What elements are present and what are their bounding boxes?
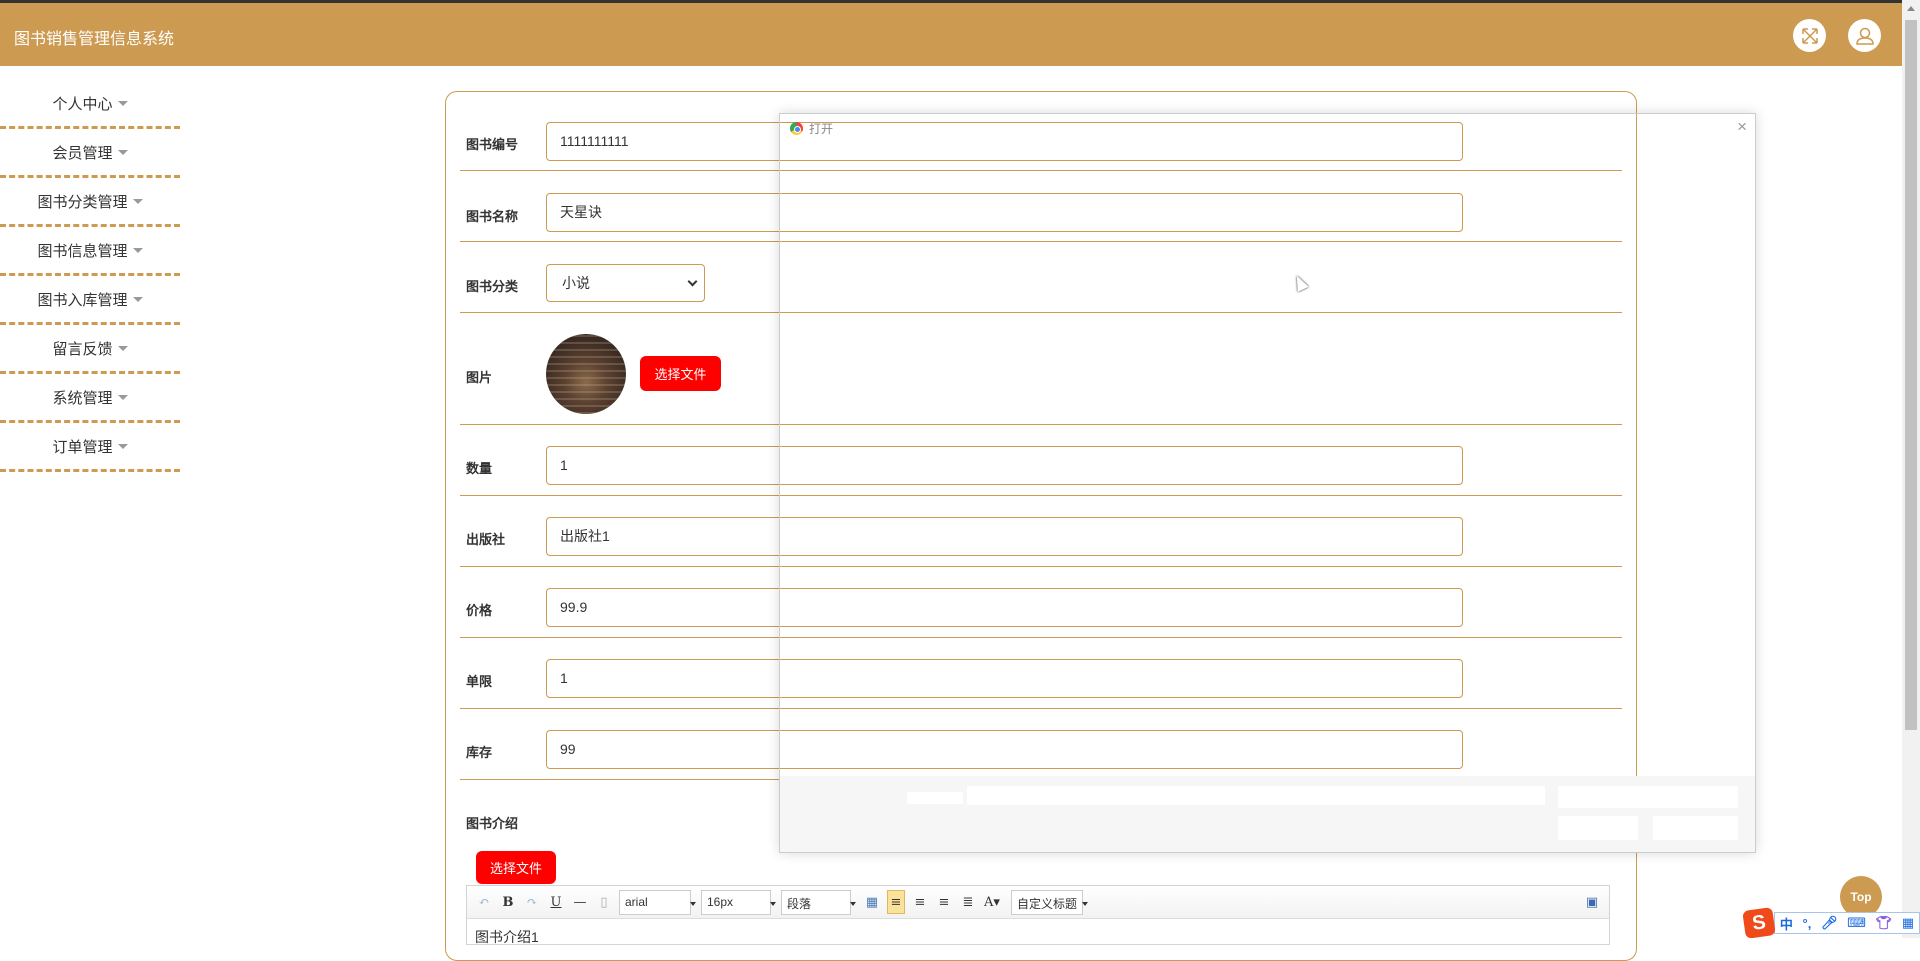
sidebar-item-label: 图书入库管理 <box>37 291 128 309</box>
sidebar-item-members[interactable]: 会员管理 <box>0 129 180 178</box>
sogou-logo-icon: S <box>1742 907 1776 939</box>
dialog-placeholder-block <box>1558 816 1638 840</box>
horizontal-rule-icon[interactable]: — <box>571 893 589 911</box>
caret-down-icon <box>132 296 143 302</box>
editor-content[interactable]: 图书介绍1 <box>467 919 1609 955</box>
dialog-placeholder-block <box>1558 786 1738 808</box>
chevron-down-icon <box>687 276 698 287</box>
align-left-icon[interactable]: ≡ <box>887 890 905 914</box>
microphone-icon[interactable]: 🎤︎ <box>1821 915 1838 931</box>
dialog-placeholder-block <box>907 792 963 804</box>
align-right-icon[interactable]: ≡ <box>911 893 929 911</box>
field-label: 数量 <box>466 461 493 476</box>
field-label: 图书名称 <box>466 209 519 224</box>
field-label: 库存 <box>466 745 493 760</box>
field-label: 价格 <box>466 603 493 618</box>
sidebar-item-feedback[interactable]: 留言反馈 <box>0 325 180 374</box>
font-color-icon[interactable]: A▾ <box>983 893 1001 911</box>
book-cover-thumbnail <box>546 334 626 414</box>
font-size-select[interactable]: 16px <box>701 889 776 915</box>
sidebar-item-label: 个人中心 <box>52 95 113 113</box>
dialog-title: 打开 <box>809 122 834 136</box>
caret-down-icon <box>132 247 143 253</box>
sidebar-item-label: 订单管理 <box>52 438 113 456</box>
skin-icon[interactable]: 👕︎ <box>1876 915 1893 931</box>
field-label: 图片 <box>466 370 493 385</box>
page-icon[interactable]: ▯ <box>595 893 613 911</box>
sidebar-item-label: 图书信息管理 <box>37 242 128 260</box>
ime-punctuation-toggle[interactable]: °, <box>1803 916 1812 931</box>
paragraph-select[interactable]: 段落 <box>781 889 856 915</box>
app-title: 图书销售管理信息系统 <box>14 31 175 48</box>
align-center-icon[interactable]: ≡ <box>935 893 953 911</box>
intro-label: 图书介绍 <box>466 816 519 831</box>
ime-toolbar[interactable]: S 中 °, 🎤︎ ⌨ 👕︎ ▦ <box>1742 907 1920 939</box>
sidebar-item-orders[interactable]: 订单管理 <box>0 423 180 472</box>
dialog-footer <box>780 776 1755 852</box>
table-icon[interactable]: ▦ <box>863 893 881 911</box>
field-label: 单限 <box>466 674 493 689</box>
sidebar-item-label: 留言反馈 <box>52 340 113 358</box>
sidebar-item-book-stock-in[interactable]: 图书入库管理 <box>0 276 180 325</box>
font-family-select[interactable]: arial <box>619 889 696 915</box>
sidebar-item-label: 图书分类管理 <box>37 193 128 211</box>
redo-icon[interactable]: ↷ <box>523 893 541 911</box>
caret-down-icon <box>117 149 128 155</box>
field-label: 出版社 <box>466 532 506 547</box>
dialog-close-button[interactable]: × <box>1737 117 1747 137</box>
user-menu-button[interactable] <box>1848 19 1881 52</box>
field-label: 图书编号 <box>466 137 519 152</box>
dialog-placeholder-block <box>1653 816 1738 840</box>
custom-title-select[interactable]: 自定义标题 <box>1011 889 1088 915</box>
rich-text-editor[interactable]: ↶ B ↷ U — ▯ arial 16px 段落 ▦ ≡ ≡ ≡ ≣ A▾ 自… <box>466 885 1610 945</box>
dialog-placeholder-block <box>967 786 1545 805</box>
sidebar-item-label: 会员管理 <box>52 144 113 162</box>
apps-grid-icon[interactable]: ▦ <box>1902 915 1914 931</box>
caret-down-icon <box>117 100 128 106</box>
caret-down-icon <box>132 198 143 204</box>
fullscreen-button[interactable] <box>1793 19 1826 52</box>
category-select[interactable]: 小说 <box>546 264 705 302</box>
field-label: 图书分类 <box>466 279 519 294</box>
sidebar-item-personal-center[interactable]: 个人中心 <box>0 80 180 129</box>
ime-bar: 中 °, 🎤︎ ⌨ 👕︎ ▦ <box>1774 912 1920 934</box>
open-file-dialog[interactable]: 打开 × <box>779 113 1756 853</box>
page-scrollbar[interactable] <box>1902 0 1920 938</box>
sidebar-item-label: 系统管理 <box>52 389 113 407</box>
chrome-icon <box>790 122 803 135</box>
intro-choose-file-button[interactable]: 选择文件 <box>476 851 556 884</box>
preview-icon[interactable]: ▣ <box>1583 893 1601 911</box>
caret-down-icon <box>117 443 128 449</box>
align-justify-icon[interactable]: ≣ <box>959 893 977 911</box>
caret-down-icon <box>117 394 128 400</box>
scrollbar-thumb[interactable] <box>1905 20 1917 730</box>
editor-toolbar: ↶ B ↷ U — ▯ arial 16px 段落 ▦ ≡ ≡ ≡ ≣ A▾ 自… <box>467 886 1609 919</box>
app-header: 图书销售管理信息系统 <box>0 3 1902 66</box>
expand-icon <box>1801 27 1818 44</box>
bold-icon[interactable]: B <box>499 893 517 911</box>
sidebar-item-book-categories[interactable]: 图书分类管理 <box>0 178 180 227</box>
sidebar-item-book-info[interactable]: 图书信息管理 <box>0 227 180 276</box>
underline-icon[interactable]: U <box>547 893 565 911</box>
scroll-up-arrow-icon[interactable] <box>1907 6 1915 11</box>
user-icon <box>1855 27 1874 45</box>
choose-image-file-button[interactable]: 选择文件 <box>640 356 721 391</box>
category-selected-value: 小说 <box>562 275 590 291</box>
undo-icon[interactable]: ↶ <box>475 893 493 911</box>
sidebar-item-system[interactable]: 系统管理 <box>0 374 180 423</box>
dialog-titlebar: 打开 <box>790 120 833 137</box>
ime-language-toggle[interactable]: 中 <box>1780 914 1793 933</box>
sidebar-menu: 个人中心 会员管理 图书分类管理 图书信息管理 图书入库管理 留言反馈 系统管理… <box>0 80 180 472</box>
keyboard-icon[interactable]: ⌨ <box>1847 915 1866 931</box>
caret-down-icon <box>117 345 128 351</box>
